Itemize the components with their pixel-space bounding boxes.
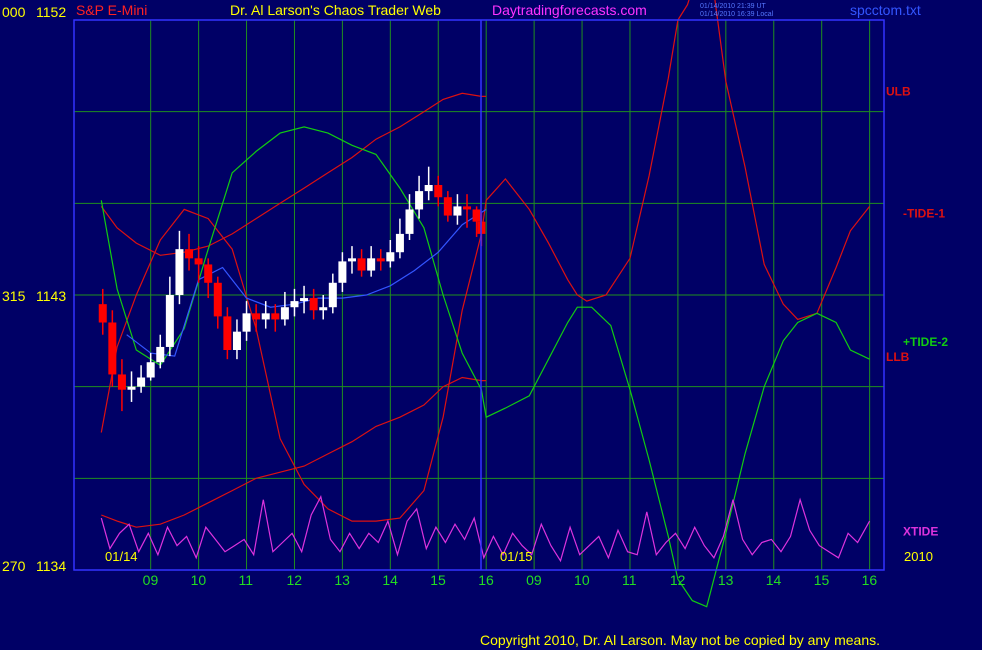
- chart-window: { "header": { "left_label": "000", "inst…: [0, 0, 982, 650]
- y-axis-prefix: 000: [2, 4, 26, 20]
- date-label-day1: 01/14: [105, 549, 138, 564]
- x-axis-tick-label: 16: [862, 572, 878, 588]
- chart-svg: ULB LLB -TIDE-1 +TIDE-2 XTIDE 000 1152 315 1143…: [0, 0, 982, 650]
- chart-background: [0, 0, 982, 650]
- site-link[interactable]: Daytradingforecasts.com: [492, 2, 647, 18]
- copyright-notice: Copyright 2010, Dr. Al Larson. May not b…: [480, 632, 880, 648]
- page-title: Dr. Al Larson's Chaos Trader Web: [230, 2, 441, 18]
- price-bar-body: [108, 322, 117, 375]
- price-bar-body: [328, 282, 337, 308]
- x-axis-tick-label: 14: [766, 572, 782, 588]
- price-bar-body: [472, 209, 481, 222]
- price-bar-body: [232, 331, 241, 350]
- x-axis-tick-label: 10: [574, 572, 590, 588]
- x-axis-tick-label: 15: [814, 572, 830, 588]
- y-axis-prefix: 315: [2, 288, 26, 304]
- price-bar-body: [405, 209, 414, 234]
- series-label: +TIDE-2: [903, 335, 948, 349]
- price-bar-body: [357, 258, 366, 271]
- price-bar-body: [290, 301, 299, 308]
- x-axis-tick-label: 13: [334, 572, 350, 588]
- x-axis-tick-label: 09: [143, 572, 159, 588]
- x-axis-tick-label: 10: [191, 572, 207, 588]
- price-bar-body: [261, 313, 270, 320]
- year-label: 2010: [904, 549, 933, 564]
- date-label-day2: 01/15: [500, 549, 533, 564]
- x-axis-tick-label: 13: [718, 572, 734, 588]
- price-bar-body: [156, 346, 165, 363]
- x-axis-tick-label: 16: [478, 572, 494, 588]
- data-filename: spcctom.txt: [850, 2, 921, 18]
- price-bar-body: [271, 313, 280, 320]
- price-bar-body: [223, 316, 232, 350]
- y-axis-tick-label: 1152: [36, 4, 66, 20]
- timestamp-local: 01/14/2010 16:39 Local: [700, 11, 774, 18]
- price-bar-body: [146, 362, 155, 378]
- price-bar-body: [443, 197, 452, 216]
- price-bar-body: [194, 258, 203, 265]
- price-bar-body: [463, 206, 472, 210]
- price-bar-body: [338, 261, 347, 283]
- price-bar-body: [280, 307, 289, 320]
- y-axis-prefix: 270: [2, 558, 26, 574]
- price-bar-body: [165, 295, 174, 347]
- x-axis-tick-label: 15: [430, 572, 446, 588]
- price-bar-body: [415, 191, 424, 210]
- price-bar-body: [204, 264, 213, 283]
- price-bar-body: [395, 233, 404, 253]
- price-bar-body: [300, 298, 309, 302]
- x-axis-tick-label: 11: [622, 572, 637, 588]
- price-bar-body: [242, 313, 251, 332]
- series-label: LLB: [886, 350, 910, 364]
- x-axis-tick-label: 09: [526, 572, 542, 588]
- price-bar-body: [252, 313, 261, 320]
- series-label: -TIDE-1: [903, 207, 945, 221]
- price-bar-body: [309, 298, 318, 311]
- instrument-name: S&P E-Mini: [76, 2, 147, 18]
- price-bar-body: [137, 377, 146, 387]
- x-axis-tick-label: 12: [670, 572, 686, 588]
- price-bar-body: [424, 185, 433, 192]
- price-bar-body: [453, 206, 462, 216]
- price-bar-body: [434, 185, 443, 198]
- y-axis-tick-label: 1134: [36, 558, 66, 574]
- price-bar-body: [347, 258, 356, 262]
- price-bar-body: [213, 282, 222, 317]
- x-axis-tick-label: 12: [286, 572, 302, 588]
- price-bar-body: [319, 307, 328, 311]
- price-bar-body: [98, 304, 107, 323]
- price-bar-body: [185, 249, 194, 259]
- x-axis-tick-label: 11: [239, 572, 254, 588]
- y-axis-tick-label: 1143: [36, 288, 66, 304]
- timestamp-ut: 01/14/2010 21:39 UT: [700, 3, 766, 10]
- x-axis-tick-label: 14: [382, 572, 398, 588]
- price-bar-body: [376, 258, 385, 262]
- price-bar-body: [386, 252, 395, 262]
- price-bar-body: [367, 258, 376, 271]
- series-label: XTIDE: [903, 524, 938, 538]
- series-label: ULB: [886, 84, 911, 98]
- price-bar-body: [117, 374, 126, 390]
- price-bar-body: [175, 249, 184, 295]
- price-bar-body: [127, 386, 136, 390]
